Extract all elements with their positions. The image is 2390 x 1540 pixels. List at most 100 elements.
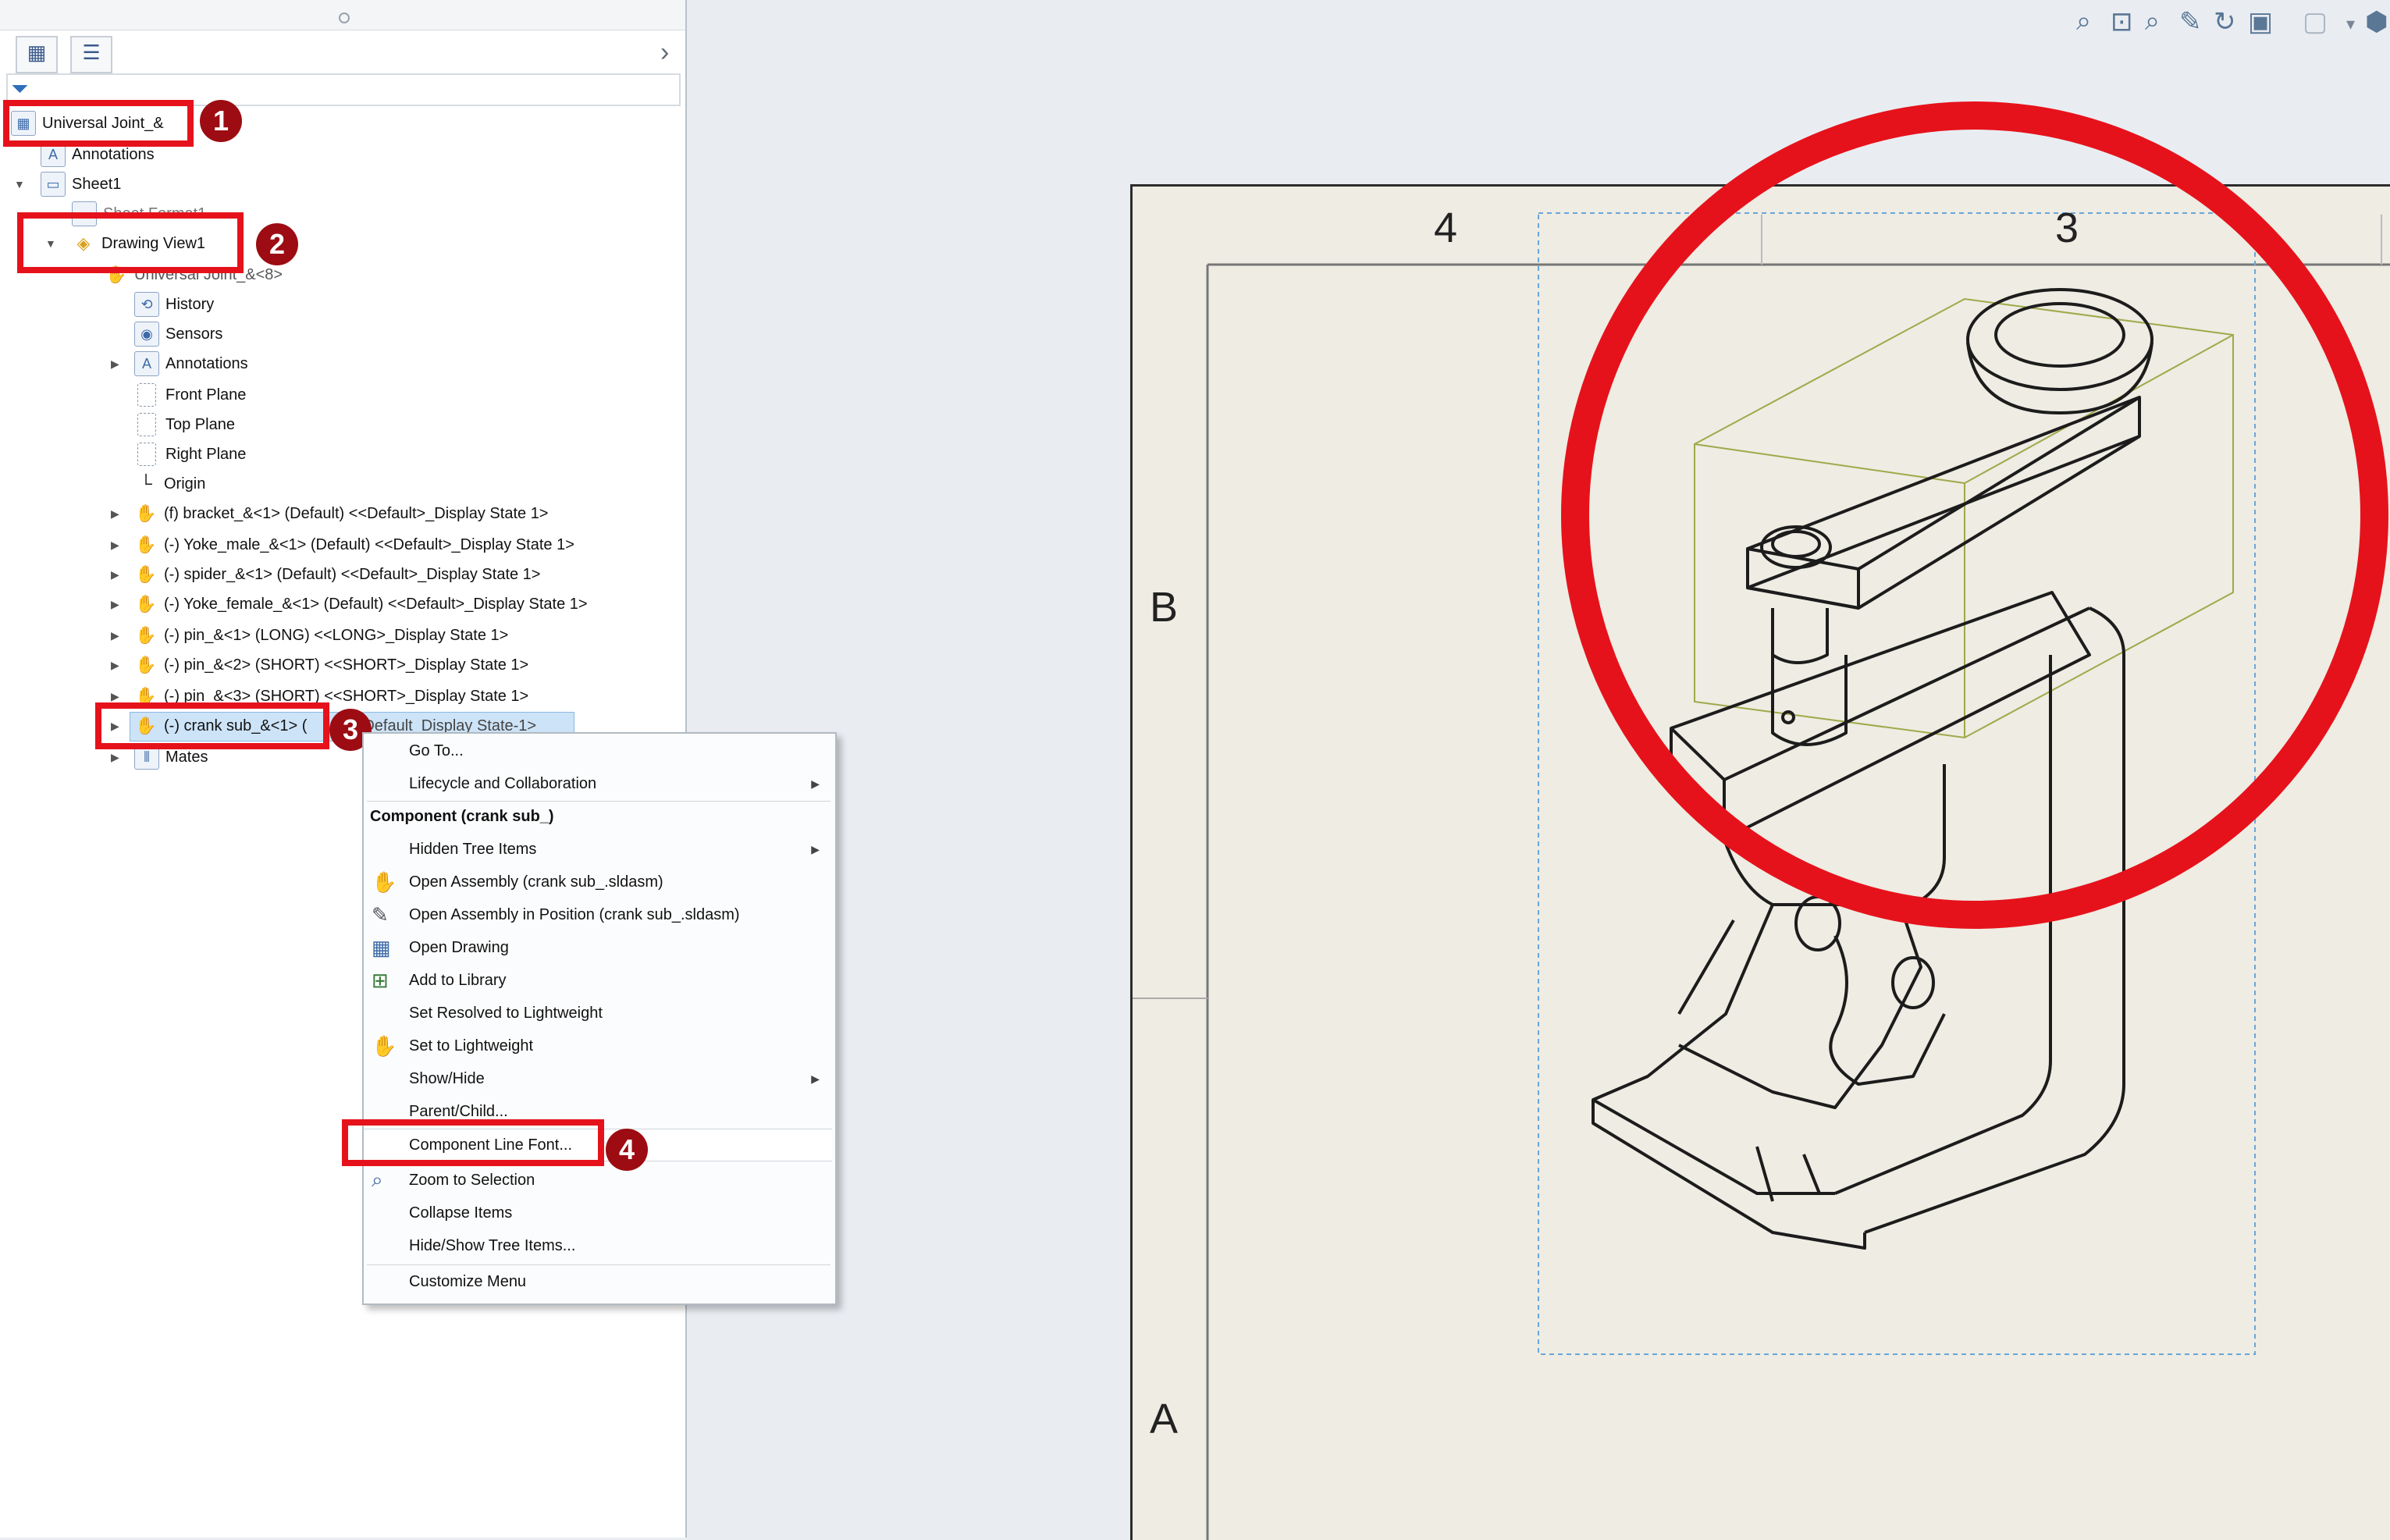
expand-right-icon[interactable]: ▶ [111, 598, 119, 611]
tree-item-component[interactable]: ✋ (f) bracket_&<1> (Default) <<Default>_… [134, 500, 549, 528]
callout-badge-1: 1 [200, 100, 242, 142]
tree-item-label: Sensors [165, 325, 223, 343]
zone-label-a: A [1150, 1396, 1179, 1442]
open-assembly-icon: ✋ [372, 870, 397, 894]
tree-item-label: (-) Yoke_male_&<1> (Default) <<Default>_… [164, 535, 574, 553]
menu-item-label: Hide/Show Tree Items... [409, 1236, 576, 1254]
menu-item-open-assembly-position[interactable]: ✎ Open Assembly in Position (crank sub_.s… [364, 899, 832, 930]
tree-item-label: Sheet1 [72, 175, 122, 193]
previous-view-icon[interactable]: ✎ [2179, 6, 2202, 37]
menu-item-customize-menu[interactable]: Customize Menu [364, 1266, 832, 1297]
expand-right-icon[interactable]: ▶ [111, 539, 119, 552]
property-manager-icon: ☰ [82, 41, 101, 64]
tree-item-component[interactable]: ✋ (-) Yoke_male_&<1> (Default) <<Default… [134, 531, 574, 559]
expand-right-icon[interactable]: ▶ [111, 659, 119, 672]
annotations-icon: A [134, 351, 159, 376]
resize-grip-icon[interactable] [339, 12, 350, 23]
menu-item-open-assembly[interactable]: ✋ Open Assembly (crank sub_.sldasm) [364, 866, 832, 898]
display-style-icon[interactable]: ▣ [2248, 6, 2273, 37]
property-manager-tab[interactable]: ☰ [70, 36, 112, 73]
expand-right-icon[interactable]: ▶ [111, 751, 119, 764]
menu-item-label: Lifecycle and Collaboration [409, 774, 597, 792]
menu-item-label: Add to Library [409, 971, 507, 989]
menu-item-show-hide[interactable]: Show/Hide ▶ [364, 1063, 832, 1094]
feature-manager-icon: ▦ [27, 41, 47, 64]
zoom-in-out-icon[interactable]: ⌕ [2145, 6, 2160, 37]
feature-manager-tab[interactable]: ▦ [16, 36, 58, 73]
lightweight-icon: ✋ [372, 1033, 397, 1058]
submenu-arrow-icon: ▶ [811, 777, 820, 790]
expand-right-icon[interactable]: ▶ [111, 507, 119, 521]
sheet-icon: ▭ [41, 172, 66, 197]
part-icon: ✋ [135, 564, 157, 584]
open-in-position-icon: ✎ [372, 902, 389, 926]
tree-item-top-plane[interactable]: Top Plane [134, 411, 235, 439]
expand-right-icon[interactable]: ▶ [111, 568, 119, 582]
menu-item-hidden-tree-items[interactable]: Hidden Tree Items ▶ [364, 834, 832, 865]
menu-item-label: Collapse Items [409, 1204, 513, 1222]
tree-item-label: (-) spider_&<1> (Default) <<Default>_Dis… [164, 565, 541, 583]
panel-header [0, 0, 685, 30]
tree-item-label: (-) pin_&<1> (LONG) <<LONG>_Display Stat… [164, 626, 509, 644]
expand-right-icon[interactable]: ▶ [111, 357, 119, 371]
menu-item-label: Set Resolved to Lightweight [409, 1004, 603, 1022]
menu-item-open-drawing[interactable]: ▦ Open Drawing [364, 932, 832, 963]
menu-item-hide-show-tree-items[interactable]: Hide/Show Tree Items... [364, 1230, 832, 1261]
callout-badge-2: 2 [256, 223, 298, 265]
menu-item-add-to-library[interactable]: ⊞ Add to Library [364, 965, 832, 996]
callout-box-1 [3, 100, 194, 147]
menu-item-label: Go To... [409, 742, 464, 759]
zone-label-4: 4 [1434, 205, 1458, 251]
context-menu: Go To... Lifecycle and Collaboration ▶ Co… [362, 732, 837, 1305]
part-icon: ✋ [135, 503, 157, 523]
tree-item-component[interactable]: ✋ (-) pin_&<2> (SHORT) <<SHORT>_Display … [134, 651, 528, 679]
part-icon: ✋ [135, 655, 157, 674]
tree-item-origin[interactable]: └ Origin [134, 470, 205, 498]
tree-item-history[interactable]: ⟲ History [134, 290, 214, 318]
tree-item-label: Annotations [165, 354, 248, 372]
tree-item-label: (f) bracket_&<1> (Default) <<Default>_Di… [164, 504, 549, 522]
zoom-to-fit-icon[interactable]: ⌕ [2076, 6, 2091, 37]
menu-item-label: Parent/Child... [409, 1102, 508, 1120]
menu-item-collapse-items[interactable]: Collapse Items [364, 1197, 832, 1229]
pin-icon[interactable]: ⬢ [2365, 6, 2388, 37]
menu-item-label: Zoom to Selection [409, 1171, 535, 1189]
expand-down-icon[interactable]: ▼ [14, 178, 25, 190]
zoom-selection-icon: ⌕ [372, 1168, 383, 1191]
menu-item-label: Open Assembly in Position (crank sub_.sl… [409, 905, 740, 923]
expand-right-icon[interactable]: ▶ [111, 690, 119, 703]
tree-item-component[interactable]: ✋ (-) pin_&<1> (LONG) <<LONG>_Display St… [134, 621, 508, 649]
view-settings-icon[interactable]: ▢ [2303, 6, 2328, 37]
highlight-circle [1561, 101, 2388, 929]
callout-box-2 [17, 212, 244, 273]
callout-box-4 [342, 1119, 604, 1166]
menu-item-label: Show/Hide [409, 1069, 485, 1087]
expand-right-icon[interactable]: ▶ [111, 629, 119, 642]
callout-badge-4: 4 [606, 1129, 648, 1171]
tree-item-label: Front Plane [165, 386, 247, 404]
menu-item-label: Hidden Tree Items [409, 840, 537, 858]
chevron-right-icon[interactable]: › [660, 37, 669, 68]
tree-item-front-plane[interactable]: Front Plane [134, 381, 246, 409]
menu-item-zoom-to-selection[interactable]: ⌕ Zoom to Selection [364, 1165, 832, 1196]
menu-item-set-resolved-lightweight[interactable]: Set Resolved to Lightweight [364, 998, 832, 1029]
zoom-area-icon[interactable]: ⊡ [2111, 6, 2133, 37]
rebuild-icon[interactable]: ↻ [2214, 6, 2236, 37]
tree-item-component[interactable]: ✋ (-) Yoke_female_&<1> (Default) <<Defau… [134, 590, 587, 618]
menu-item-go-to[interactable]: Go To... [364, 735, 832, 766]
tree-item-component[interactable]: ✋ (-) spider_&<1> (Default) <<Default>_D… [134, 560, 540, 589]
menu-item-lifecycle[interactable]: Lifecycle and Collaboration ▶ [364, 768, 832, 799]
filter-icon[interactable]: ⏷ [11, 76, 28, 102]
plane-icon [137, 383, 156, 407]
chevron-down-icon[interactable]: ▾ [2346, 14, 2355, 34]
menu-separator [367, 1264, 830, 1265]
tree-item-sheet[interactable]: ▭ Sheet1 [41, 170, 121, 198]
tree-item-right-plane[interactable]: Right Plane [134, 440, 246, 468]
menu-header-component: Component (crank sub_) [364, 801, 832, 832]
tree-item-annotations-model[interactable]: A Annotations [134, 350, 248, 378]
zone-label-b: B [1150, 584, 1179, 631]
submenu-arrow-icon: ▶ [811, 842, 820, 855]
tree-item-label: Right Plane [165, 445, 247, 463]
tree-item-sensors[interactable]: ◉ Sensors [134, 320, 222, 348]
menu-item-set-lightweight[interactable]: ✋ Set to Lightweight [364, 1030, 832, 1062]
